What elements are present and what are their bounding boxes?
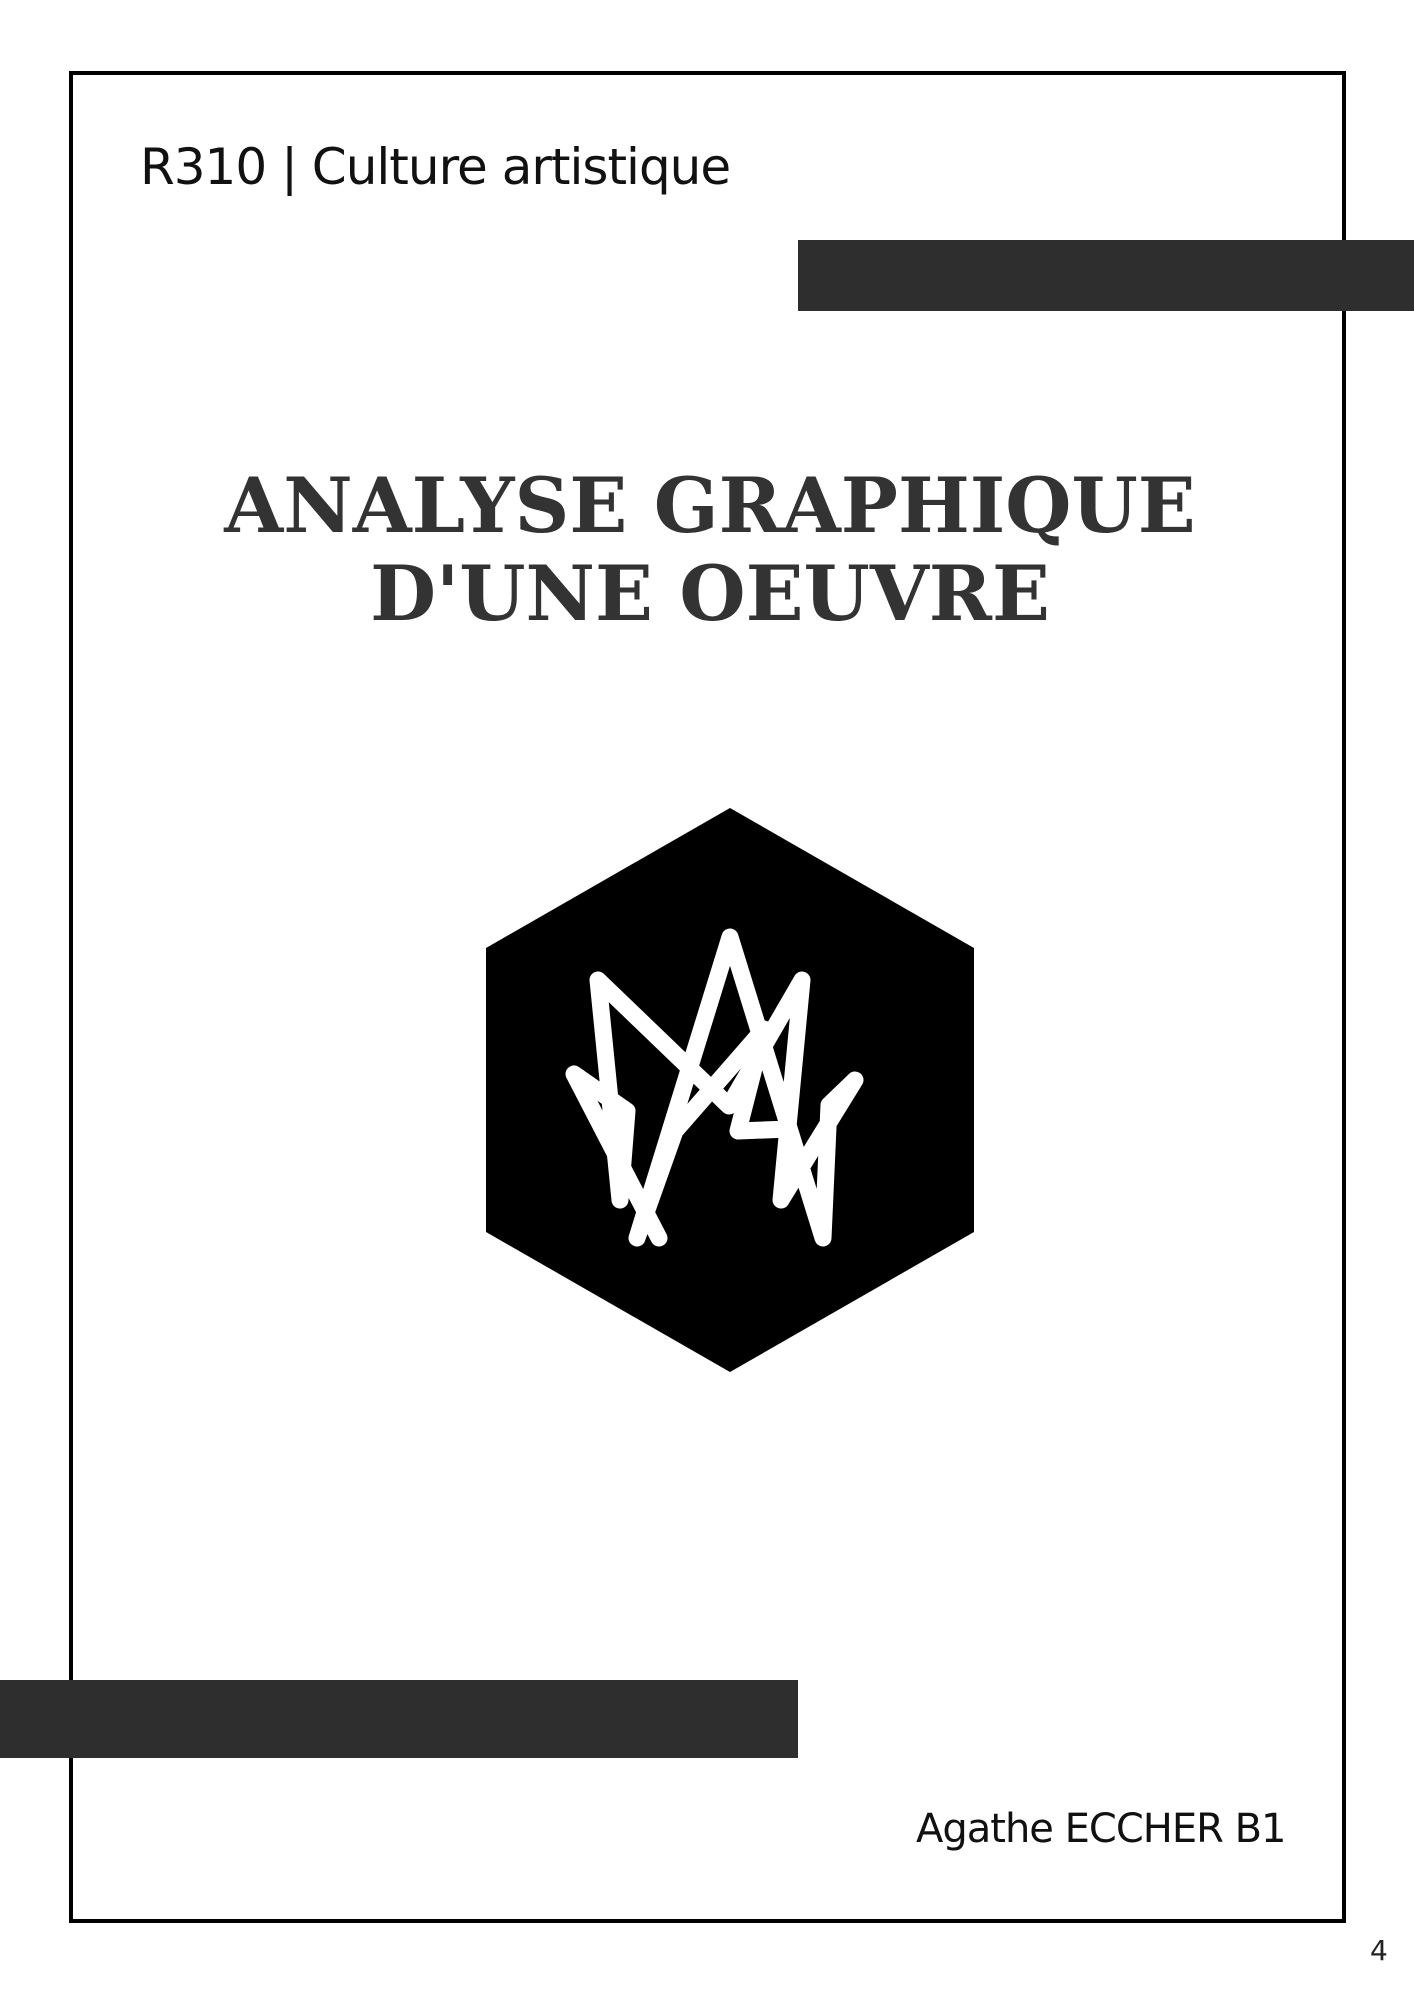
page-number: 4 <box>1370 1934 1388 1967</box>
page-title: ANALYSE GRAPHIQUE D'UNE OEUVRE <box>160 462 1260 638</box>
hexagon-crown-logo-icon <box>486 808 974 1372</box>
decorative-bar-bottom <box>0 1680 798 1758</box>
title-line-1: ANALYSE GRAPHIQUE <box>224 461 1196 550</box>
title-line-2: D'UNE OEUVRE <box>370 549 1050 638</box>
course-title: R310 | Culture artistique <box>140 138 731 196</box>
author-name: Agathe ECCHER B1 <box>916 1806 1287 1852</box>
decorative-bar-top <box>798 240 1414 311</box>
